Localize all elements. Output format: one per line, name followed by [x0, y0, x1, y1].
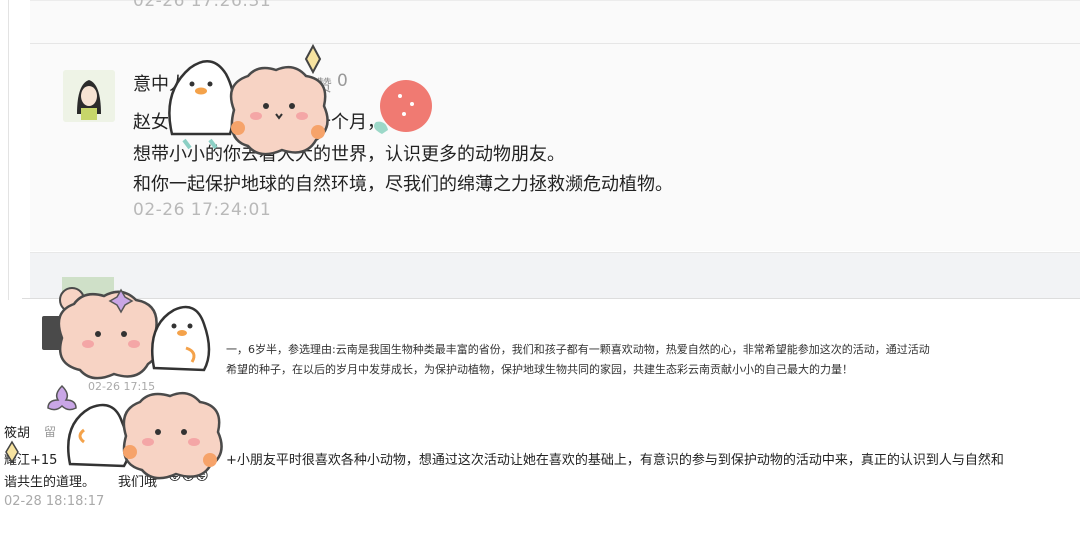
comment3-timestamp: 02-28 18:18:17 [4, 494, 105, 509]
comment1-line: 想带小小的你去看大大的世界，认识更多的动物朋友。 [133, 144, 565, 165]
like-icon[interactable]: 赞 [316, 72, 332, 96]
comment3-line: +小朋友平时很喜欢各种小动物，想通过这次活动让她在喜欢的基础上，有意识的参与到保… [226, 453, 1004, 468]
comment2-line: 一，6岁半，参选理由:云南是我国生物种类最丰富的省份，我们和孩子都有一颗喜欢动物… [226, 343, 930, 356]
comment2-line: 希望的种子，在以后的岁月中发芽成长，为保护动植物，保护地球生物共同的家园，共建生… [226, 363, 853, 376]
comment1-timestamp: 02-26 17:24:01 [133, 200, 272, 220]
comment3-line-start: 谐共生的道理。 [4, 475, 96, 490]
comment2-timestamp: 02-26 17:15 [88, 380, 156, 393]
comment3-line: 我们哦 [118, 475, 158, 490]
avatar[interactable] [63, 70, 115, 122]
emoji-icon: 😝😝😝 [168, 469, 209, 484]
left-rule [8, 0, 9, 300]
comment1-line: 赵女士，孩子奔奔已经十个月， [133, 112, 385, 133]
comment1-likes: 0 [337, 71, 348, 91]
reply-button[interactable]: 留 [44, 423, 56, 440]
comment1-line: 和你一起保护地球的自然环境，尽我们的绵薄之力拯救濒危动植物。 [133, 174, 673, 195]
comment-divider-bar [30, 252, 1080, 299]
avatar[interactable] [42, 316, 72, 350]
comment3-line-start: 耀江+15 [4, 453, 58, 468]
comment1-username[interactable]: 意中人 [133, 70, 187, 96]
comment0-timestamp: 02-26 17:26:31 [133, 0, 272, 11]
comment3-username[interactable]: 筱胡 [4, 422, 30, 441]
comment-list-lower [22, 298, 1080, 535]
